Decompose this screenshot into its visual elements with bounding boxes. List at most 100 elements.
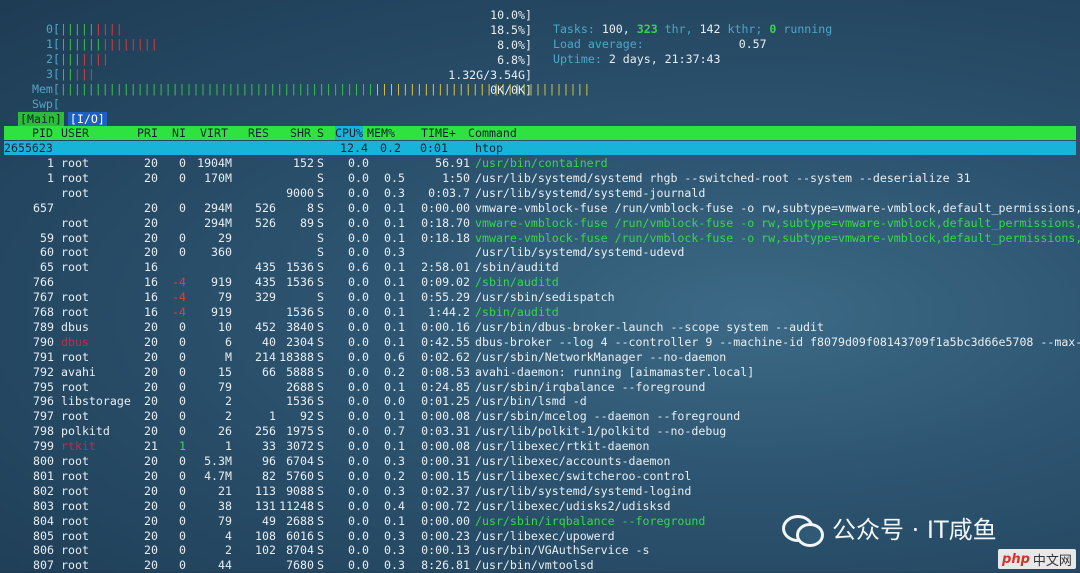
table-row[interactable]: 657 20 0 294M 526 8 S 0.0 0.1 0:00.00 vmware-vmblo… (4, 200, 1080, 216)
col-shr[interactable]: SHR (290, 126, 311, 140)
cell-pid: 1 (47, 170, 54, 185)
cell-user: root (61, 290, 89, 305)
col-user[interactable]: USER (61, 126, 89, 140)
cell-cpu: 0.0 (348, 454, 369, 468)
table-row[interactable]: 789 dbus 20 0 10 452 3840 S 0.0 0.1 0:00.16/usr/bi… (4, 320, 1076, 335)
cell-pri: 16 (144, 260, 158, 275)
cell-mem: 0.3 (384, 483, 405, 498)
col-time[interactable]: TIME+ (421, 126, 456, 140)
col-mem[interactable]: MEM% (367, 126, 395, 140)
cell-s: S (317, 215, 324, 230)
cell-ni: 0 (179, 424, 186, 439)
cell-command: avahi-daemon: running [aimamaster.local] (475, 364, 755, 379)
table-row[interactable]: 766 16 -4 919 435 1536 S 0.0 0.1 0:09.02/sbin/aud… (4, 275, 1076, 290)
table-row[interactable]: 790 dbus 20 0 6 40 2304 S 0.0 0.1 0:42.55 dbus-brok… (4, 334, 1080, 350)
table-row[interactable]: 796 libstorage 20 0 2 1536 S 0.0 0.0 0:01.25/usr/… (4, 394, 1076, 409)
php-logo: php (1002, 551, 1030, 567)
cell-mem: 0.1 (384, 513, 405, 528)
cell-s: S (317, 170, 324, 185)
cell-pid: 805 (33, 528, 54, 543)
cell-time: 0:00.08 (421, 409, 470, 424)
cell-shr: 3840 (286, 319, 314, 334)
col-pid[interactable]: PID (32, 126, 53, 140)
cell-pri: 20 (144, 156, 158, 170)
cell-pri: 21 (144, 439, 158, 454)
cell-res: 526 (255, 200, 276, 215)
cell-pid: 800 (33, 454, 54, 468)
cell-time: 0:01.25 (421, 394, 470, 409)
cell-user: root (61, 215, 89, 230)
table-row[interactable]: 60 root 20 0 360 S 0.0 0.3/usr/lib/systemd/syst… (4, 245, 1076, 260)
col-ni[interactable]: NI (172, 126, 186, 140)
cell-pid: 768 (33, 305, 54, 319)
cell-mem: 0.2 (384, 468, 405, 483)
cell-res: 40 (262, 334, 276, 349)
cell-pid: 803 (33, 498, 54, 513)
cell-shr: 9088 (286, 483, 314, 498)
cell-user: root (61, 483, 89, 498)
cell-cpu: 0.0 (348, 394, 369, 409)
cell-virt: 38 (218, 498, 232, 513)
table-row[interactable]: 802 root 20 0 21 113 9088 S 0.0 0.3 0:02.37/usr/li… (4, 484, 1076, 499)
cell-pri: 20 (144, 454, 158, 468)
table-row[interactable]: 792 avahi 20 0 15 66 5888 S 0.0 0.2 0:08.53 avahi-d… (4, 365, 1076, 380)
cell-pid: 802 (33, 483, 54, 498)
cell-mem: 0.3 (384, 543, 405, 558)
table-row[interactable]: 59 root 20 0 29 S 0.0 0.1 0:18.18 vmware-vmblock-… (4, 230, 1080, 246)
table-row[interactable]: 798 polkitd 20 0 26 256 1975 S 0.0 0.7 0:03.31/usr… (4, 424, 1076, 439)
table-row[interactable]: 65 root 16 435 1536 S 0.6 0.1 2:58.01/sbin/audit… (4, 260, 1076, 275)
cell-time: 0:02.62 (421, 349, 470, 364)
cell-cpu: 0.0 (348, 170, 369, 185)
col-cpu[interactable]: CPU% (335, 126, 363, 140)
tab-main[interactable]: [Main] (18, 112, 64, 126)
table-row[interactable]: 791 root 20 0 M 214 18388 S 0.0 0.6 0:02.62/usr/sb… (4, 350, 1076, 365)
cell-pri: 16 (144, 290, 158, 305)
cell-pid: 792 (33, 364, 54, 379)
time: 0:01 (420, 141, 448, 155)
table-row[interactable]: root 20 294M 526 89 S 0.0 0.1 0:18.70 vmware-vmbl… (4, 215, 1080, 231)
cell-s: S (317, 394, 324, 409)
cell-user: root (61, 245, 89, 260)
table-row[interactable]: 768 root 16 -4 919 1536 S 0.0 0.1 1:44.2/sbin/aud… (4, 305, 1076, 320)
tab-io[interactable]: [I/O] (67, 112, 107, 126)
cell-pri: 20 (144, 319, 158, 334)
cell-ni: 0 (179, 528, 186, 543)
cell-virt: 2 (225, 543, 232, 558)
table-row[interactable]: 799 rtkit 21 1 1 33 3072 S 0.0 0.1 0:00.08/usr/lib… (4, 439, 1076, 454)
cell-user: root (61, 543, 89, 558)
cell-ni: 0 (179, 409, 186, 424)
table-row[interactable]: 795 root 20 0 79 2688 S 0.0 0.1 0:24.85/usr/sbin/… (4, 380, 1076, 395)
table-row[interactable]: 800 root 20 0 5.3M 96 6704 S 0.0 0.3 0:00.31/usr/l… (4, 454, 1076, 469)
cell-shr: 2688 (286, 513, 314, 528)
col-state[interactable]: S (317, 126, 324, 140)
col-virt[interactable]: VIRT (200, 126, 228, 140)
table-row[interactable]: 801 root 20 0 4.7M 82 5760 S 0.0 0.2 0:00.15/usr/l… (4, 469, 1076, 484)
cell-command: /usr/lib/systemd/systemd-udevd (475, 245, 685, 260)
table-row[interactable]: root 9000 S 0.0 0.3 0:03.7/usr/lib/systemd/sy… (4, 186, 1076, 201)
cell-cpu: 0.0 (348, 379, 369, 394)
cell-virt: 79 (218, 379, 232, 394)
table-row[interactable]: 806 root 20 0 2 102 8704 S 0.0 0.3 0:00.13/usr/bin… (4, 543, 1076, 558)
cell-mem: 0.3 (384, 185, 405, 200)
cell-time: 0:09.02 (421, 275, 470, 290)
cell-cpu: 0.0 (348, 528, 369, 543)
selected-process-row[interactable]: 2655623 12.4 0.2 0:01 htop (4, 141, 1076, 155)
cell-time: 0:18.70 (421, 215, 470, 230)
table-row[interactable]: 1 root 20 0 1904M 152 S 0.0 56.91/usr/bin/contai… (4, 156, 1076, 171)
table-row[interactable]: 767 root 16 -4 79 329 S 0.0 0.1 0:55.29/usr/sbin/… (4, 290, 1076, 305)
cell-time: 0:00.13 (421, 543, 470, 558)
cell-shr: 2688 (286, 379, 314, 394)
col-pri[interactable]: PRI (137, 126, 158, 140)
cell-ni: -4 (172, 305, 186, 319)
table-row[interactable]: 797 root 20 0 2 1 92 S 0.0 0.1 0:00.08/usr/sbin/mc… (4, 409, 1076, 424)
cpu-meter-0-value: 10.0%] (490, 8, 532, 22)
cell-command: /usr/sbin/NetworkManager --no-daemon (475, 349, 727, 364)
table-row[interactable]: 1 root 20 0 170M S 0.0 0.5 1:50/usr/lib/systemd/… (4, 171, 1076, 186)
col-res[interactable]: RES (248, 126, 269, 140)
col-command[interactable]: Command (468, 126, 517, 140)
cell-s: S (317, 200, 324, 215)
cell-user: root (61, 409, 89, 424)
cell-cpu: 0.0 (348, 483, 369, 498)
cell-mem: 0.1 (384, 230, 405, 245)
cell-user: root (61, 305, 89, 319)
